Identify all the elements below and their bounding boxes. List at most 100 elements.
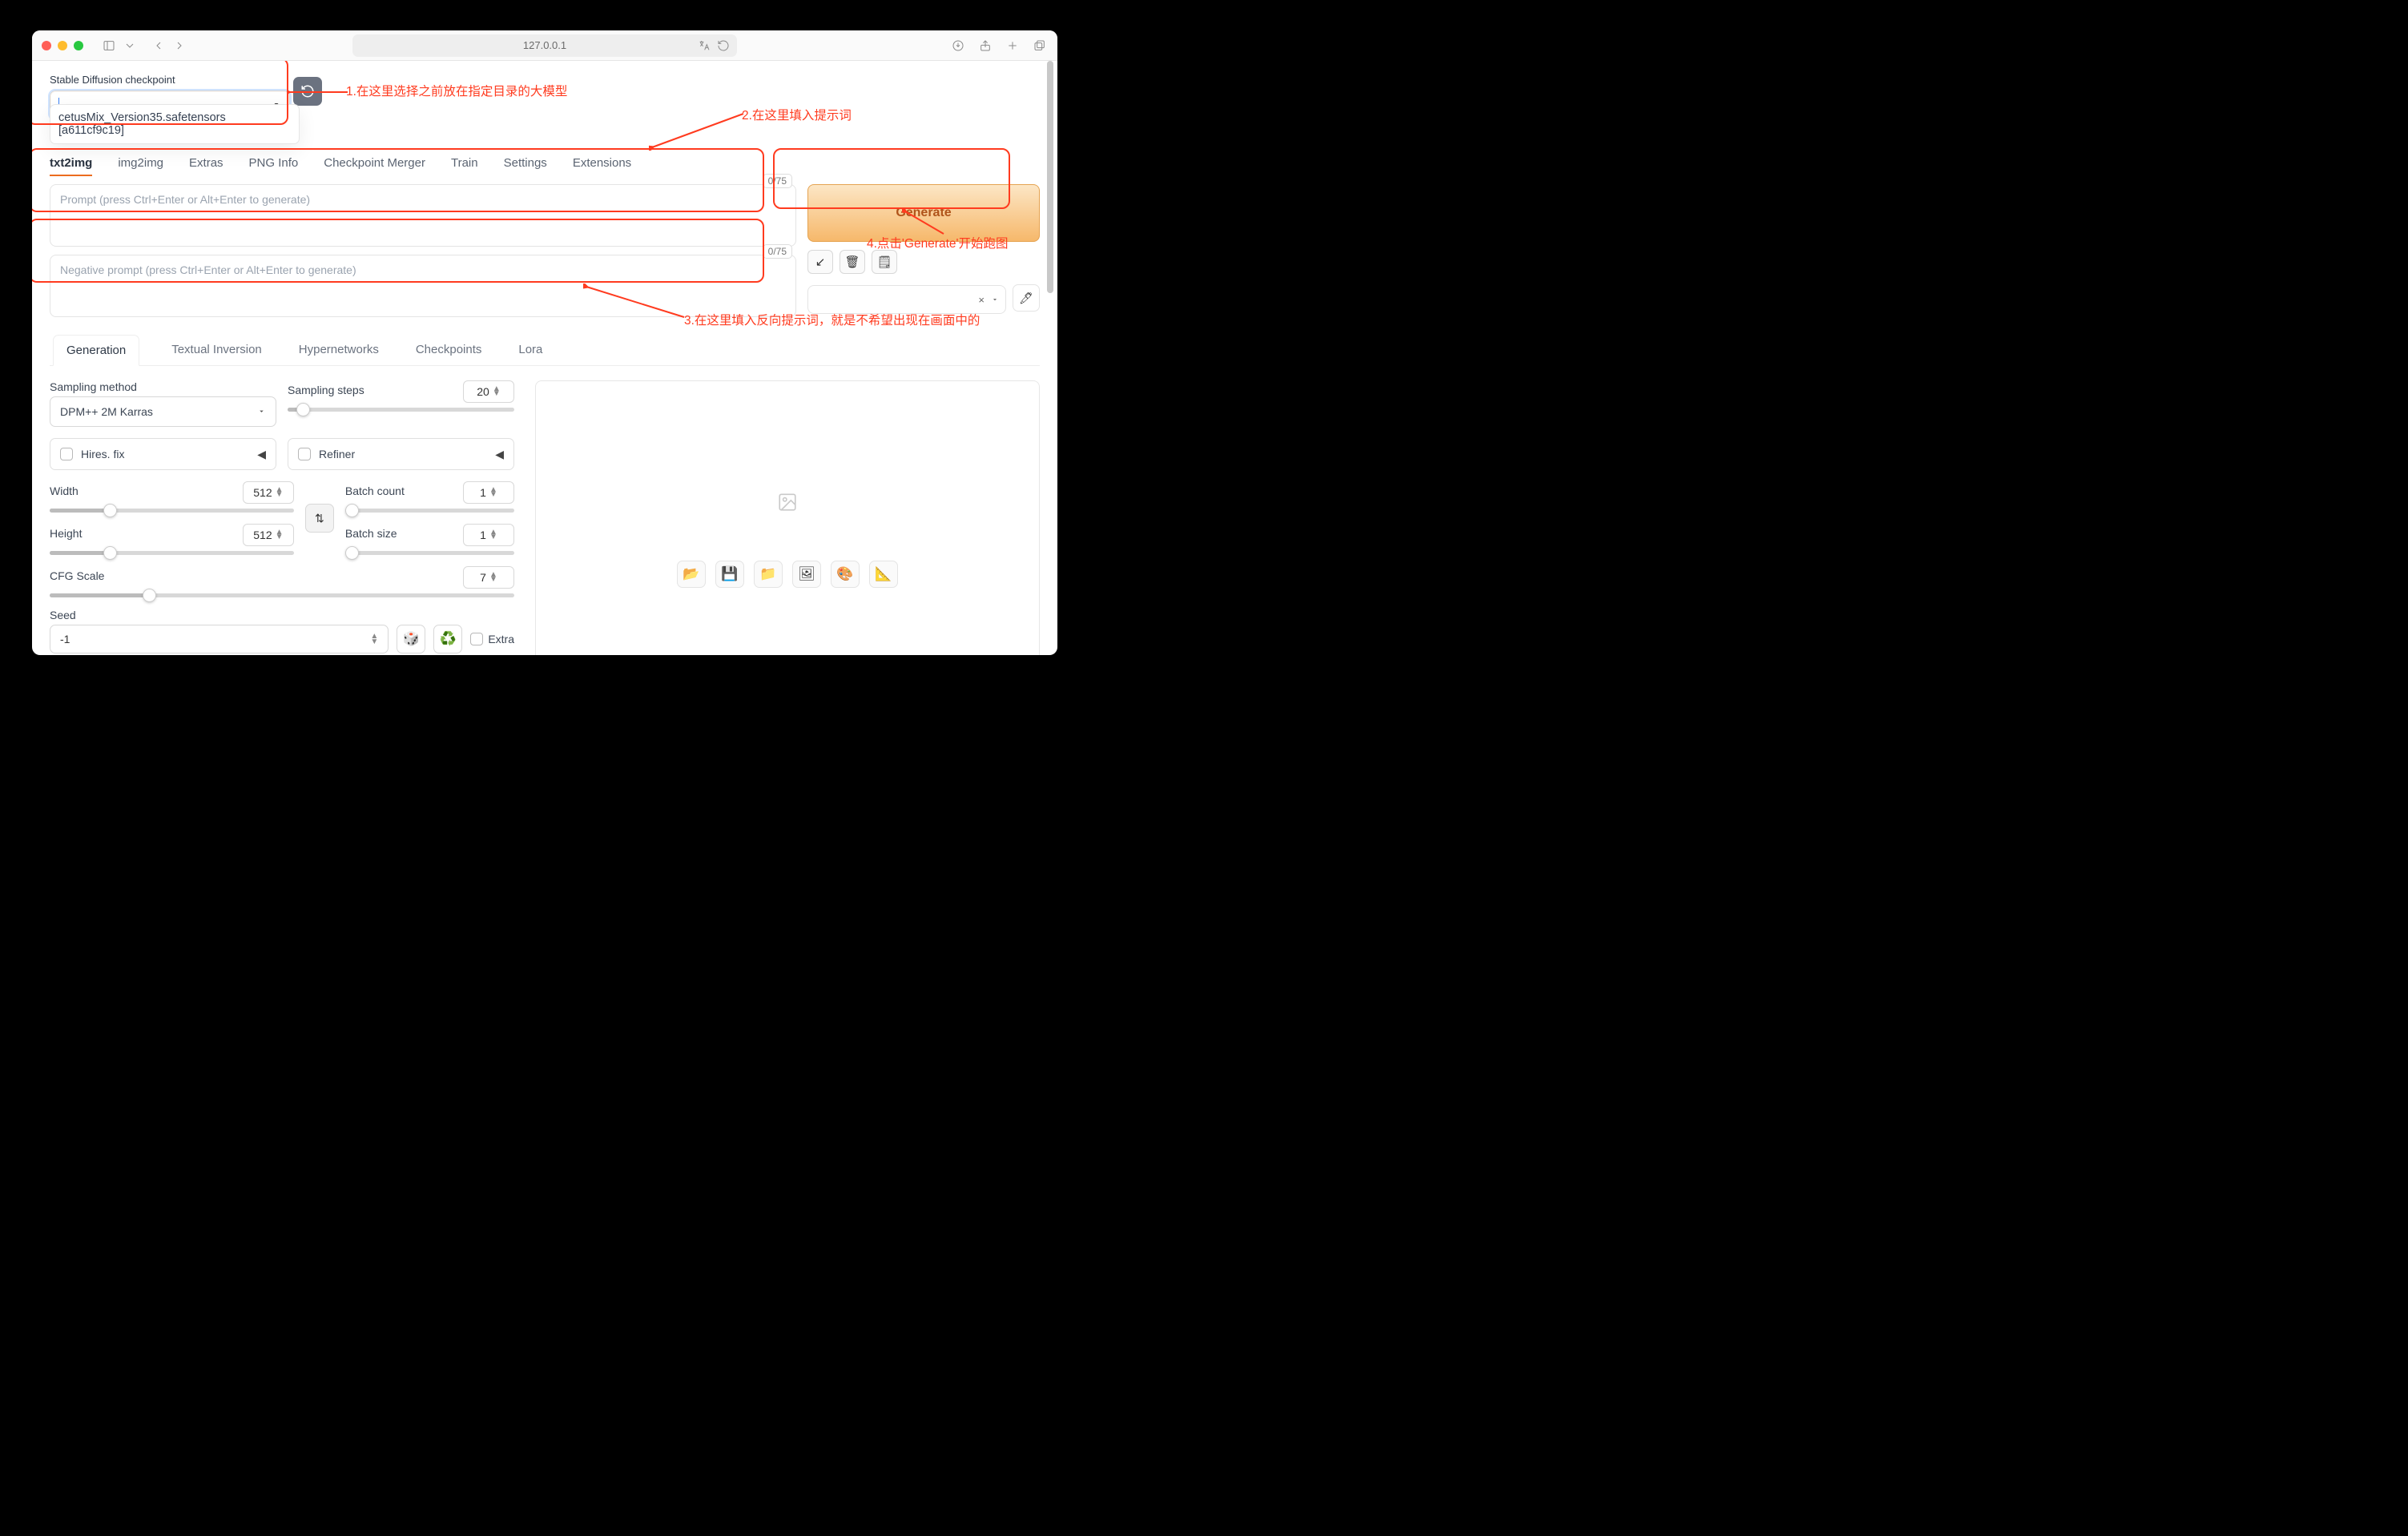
collapse-icon[interactable]: ◀ [495, 448, 504, 461]
open-folder-button[interactable]: 📂 [677, 561, 706, 588]
page-content: Stable Diffusion checkpoint cetusMix_Ver… [32, 61, 1057, 655]
batch-count-input[interactable]: 1 ▲▼ [463, 481, 514, 504]
extra-checkbox[interactable] [470, 633, 483, 645]
hires-fix-toggle[interactable]: Hires. fix ◀ [50, 438, 276, 470]
stepper-icon[interactable]: ▲▼ [489, 488, 497, 497]
sampling-method-select[interactable]: DPM++ 2M Karras [50, 396, 276, 427]
send-to-img2img-button[interactable]: 🖼 [792, 561, 821, 588]
batch-count-label: Batch count [345, 485, 405, 497]
sampling-method-label: Sampling method [50, 380, 276, 393]
chevron-down-icon [257, 405, 266, 418]
subtab-lora[interactable]: Lora [513, 335, 547, 365]
zip-button[interactable]: 📁 [754, 561, 783, 588]
batch-size-input[interactable]: 1 ▲▼ [463, 524, 514, 546]
sampling-steps-slider[interactable] [288, 408, 514, 412]
traffic-lights [42, 41, 83, 50]
subtab-checkpoints[interactable]: Checkpoints [411, 335, 487, 365]
scrollbar-thumb[interactable] [1047, 61, 1053, 293]
batch-count-slider[interactable] [345, 509, 514, 513]
sampling-steps-input[interactable]: 20 ▲▼ [463, 380, 514, 403]
output-panel: 📂 💾 📁 🖼 🎨 📐 [535, 380, 1040, 655]
negative-prompt-placeholder: Negative prompt (press Ctrl+Enter or Alt… [60, 263, 356, 276]
tab-pnginfo[interactable]: PNG Info [249, 156, 299, 176]
cfg-input[interactable]: 7 ▲▼ [463, 566, 514, 589]
tab-extras[interactable]: Extras [189, 156, 223, 176]
send-to-extras-button[interactable]: 🎨 [831, 561, 860, 588]
address-text: 127.0.0.1 [523, 39, 566, 51]
downloads-icon[interactable] [950, 38, 966, 54]
negative-prompt-token-count: 0/75 [763, 244, 792, 259]
prompt-token-count: 0/75 [763, 174, 792, 188]
generate-button[interactable]: Generate [807, 184, 1040, 242]
paste-button[interactable]: 🗒 [872, 250, 897, 274]
random-seed-button[interactable]: 🎲 [397, 625, 425, 653]
chevron-down-icon[interactable] [122, 38, 138, 54]
clear-style-icon[interactable]: × [978, 294, 985, 306]
maximize-window-button[interactable] [74, 41, 83, 50]
width-label: Width [50, 485, 79, 497]
collapse-icon[interactable]: ◀ [257, 448, 266, 461]
negative-prompt-input[interactable]: 0/75 Negative prompt (press Ctrl+Enter o… [50, 255, 796, 317]
reload-icon[interactable] [716, 38, 731, 54]
height-input[interactable]: 512 ▲▼ [243, 524, 294, 546]
tab-img2img[interactable]: img2img [118, 156, 163, 176]
prompt-input[interactable]: 0/75 Prompt (press Ctrl+Enter or Alt+Ent… [50, 184, 796, 247]
chevron-down-icon [991, 293, 999, 306]
new-tab-icon[interactable] [1005, 38, 1021, 54]
checkpoint-dropdown-item[interactable]: cetusMix_Version35.safetensors [a611cf9c… [50, 104, 300, 144]
styles-select[interactable]: × [807, 285, 1006, 314]
height-value: 512 [253, 529, 272, 541]
ruler-button[interactable]: 📐 [869, 561, 898, 588]
batch-size-slider[interactable] [345, 551, 514, 555]
sub-tabs: Generation Textual Inversion Hypernetwor… [50, 335, 1040, 366]
address-bar[interactable]: 127.0.0.1 [352, 34, 737, 57]
stepper-icon[interactable]: ▲▼ [276, 530, 284, 540]
height-label: Height [50, 527, 82, 540]
tab-checkpoint-merger[interactable]: Checkpoint Merger [324, 156, 425, 176]
minimize-window-button[interactable] [58, 41, 67, 50]
reload-checkpoints-button[interactable] [293, 77, 322, 106]
vertical-scrollbar[interactable] [1045, 61, 1056, 655]
tab-settings[interactable]: Settings [504, 156, 547, 176]
annotation-text-2: 2.在这里填入提示词 [742, 106, 852, 123]
back-button[interactable] [151, 38, 167, 54]
sampling-steps-label: Sampling steps [288, 384, 364, 396]
tabs-overview-icon[interactable] [1032, 38, 1048, 54]
swap-dimensions-button[interactable]: ⇅ [305, 504, 334, 533]
reuse-seed-button[interactable]: ♻️ [433, 625, 462, 653]
forward-button[interactable] [171, 38, 187, 54]
interrogate-button[interactable]: ↙ [807, 250, 833, 274]
seed-label: Seed [50, 609, 514, 621]
sidebar-toggle-icon[interactable] [101, 38, 117, 54]
extra-label: Extra [488, 633, 514, 645]
tab-extensions[interactable]: Extensions [573, 156, 631, 176]
hires-fix-label: Hires. fix [81, 448, 124, 460]
tab-txt2img[interactable]: txt2img [50, 156, 92, 176]
checkbox-icon[interactable] [60, 448, 73, 460]
batch-size-value: 1 [480, 529, 486, 541]
share-icon[interactable] [977, 38, 993, 54]
close-window-button[interactable] [42, 41, 51, 50]
stepper-icon[interactable]: ▲▼ [370, 633, 378, 645]
height-slider[interactable] [50, 551, 294, 555]
subtab-generation[interactable]: Generation [53, 335, 139, 366]
stepper-icon[interactable]: ▲▼ [489, 573, 497, 582]
clear-prompt-button[interactable]: 🗑 [840, 250, 865, 274]
width-input[interactable]: 512 ▲▼ [243, 481, 294, 504]
cfg-slider[interactable] [50, 593, 514, 597]
translate-icon[interactable] [697, 38, 711, 54]
stepper-icon[interactable]: ▲▼ [276, 488, 284, 497]
stepper-icon[interactable]: ▲▼ [489, 530, 497, 540]
checkbox-icon[interactable] [298, 448, 311, 460]
edit-styles-button[interactable]: 🖊 [1013, 284, 1040, 312]
stepper-icon[interactable]: ▲▼ [493, 387, 501, 396]
refiner-toggle[interactable]: Refiner ◀ [288, 438, 514, 470]
subtab-hypernetworks[interactable]: Hypernetworks [294, 335, 384, 365]
refiner-label: Refiner [319, 448, 355, 460]
seed-input[interactable]: -1 ▲▼ [50, 625, 389, 653]
seed-value: -1 [60, 633, 70, 645]
save-button[interactable]: 💾 [715, 561, 744, 588]
subtab-textual-inversion[interactable]: Textual Inversion [167, 335, 267, 365]
width-slider[interactable] [50, 509, 294, 513]
tab-train[interactable]: Train [451, 156, 478, 176]
